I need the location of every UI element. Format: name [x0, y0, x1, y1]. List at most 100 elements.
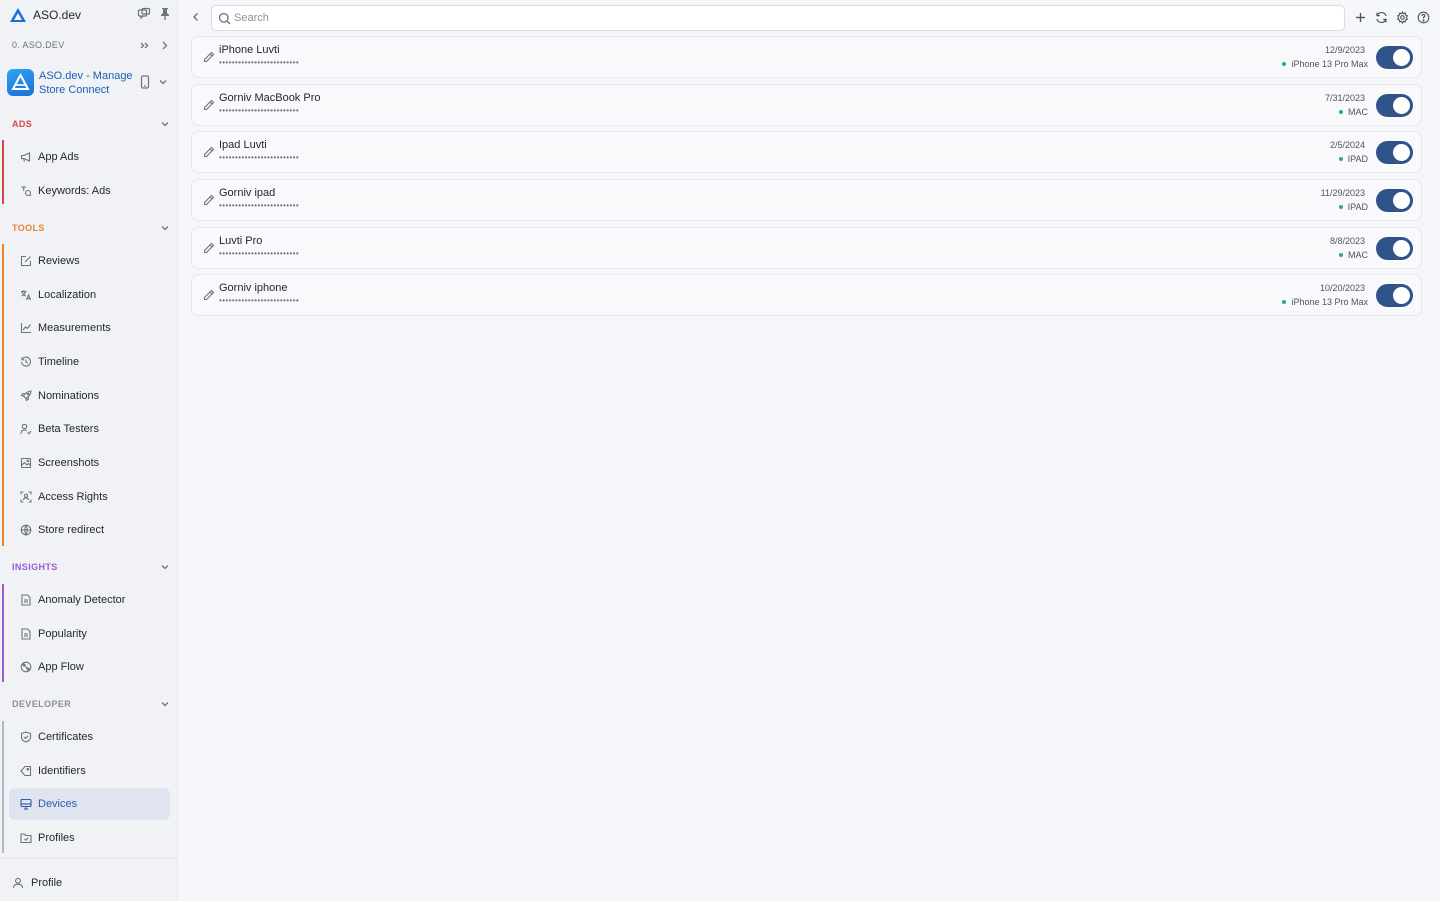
- rocket-icon: [20, 390, 32, 402]
- chevron-left-icon[interactable]: [190, 11, 202, 23]
- search-bar[interactable]: [211, 5, 1345, 31]
- device-name: Luvti Pro: [219, 235, 263, 247]
- device-enabled-toggle[interactable]: [1376, 94, 1413, 117]
- device-enabled-toggle[interactable]: [1376, 237, 1413, 260]
- section-tools[interactable]: TOOLS: [0, 219, 178, 237]
- status-dot-icon: [1282, 61, 1287, 66]
- refresh-icon[interactable]: [1375, 11, 1388, 24]
- double-chevron-right-icon[interactable]: [138, 39, 151, 52]
- nav-item-reviews[interactable]: Reviews: [9, 245, 170, 277]
- toggle-knob: [1393, 49, 1410, 66]
- nav-item-app-ads[interactable]: App Ads: [9, 141, 170, 173]
- device-row[interactable]: Gorniv ipad ••••••••••••••••••••••••• 11…: [191, 179, 1422, 221]
- nav-item-identifiers[interactable]: Identifiers: [9, 755, 170, 787]
- platform-label: IPAD: [1347, 154, 1368, 164]
- pencil-icon[interactable]: [203, 99, 215, 111]
- nav-label: Keywords: Ads: [38, 185, 111, 197]
- pencil-icon[interactable]: [203, 194, 215, 206]
- pencil-icon[interactable]: [203, 146, 215, 158]
- device-udid: •••••••••••••••••••••••••: [219, 249, 300, 258]
- device-platform: MAC: [1339, 107, 1368, 117]
- nav-label: Store redirect: [38, 524, 105, 536]
- device-enabled-toggle[interactable]: [1376, 284, 1413, 307]
- nav-label: App Ads: [38, 151, 79, 163]
- nav-item-localization[interactable]: Localization: [9, 279, 170, 311]
- device-platform: iPhone 13 Pro Max: [1282, 59, 1368, 69]
- org-row[interactable]: 0. ASO.DEV: [0, 36, 178, 56]
- nav-item-profiles[interactable]: Profiles: [9, 822, 170, 854]
- user-check-icon: [20, 423, 32, 435]
- device-name: Gorniv iphone: [219, 282, 288, 294]
- device-row[interactable]: Gorniv MacBook Pro •••••••••••••••••••••…: [191, 84, 1422, 126]
- section-ads[interactable]: ADS: [0, 115, 178, 133]
- device-platform: iPhone 13 Pro Max: [1282, 297, 1368, 307]
- nav-item-beta-testers[interactable]: Beta Testers: [9, 413, 170, 445]
- device-date: 10/20/2023: [1319, 283, 1365, 293]
- pencil-icon[interactable]: [203, 51, 215, 63]
- chat-icon[interactable]: [137, 7, 151, 21]
- nav-item-devices[interactable]: Devices: [9, 788, 170, 820]
- nav-item-app-flow[interactable]: App Flow: [9, 651, 170, 683]
- monitor-icon: [20, 798, 32, 810]
- device-name: Ipad Luvti: [219, 139, 267, 151]
- developer-section-bar: [2, 721, 4, 853]
- platform-label: IPAD: [1347, 202, 1368, 212]
- current-app-selector[interactable]: ASO.dev - Manage Store Connect: [0, 64, 178, 102]
- nav-item-certificates[interactable]: Certificates: [9, 721, 170, 753]
- brand-row: ASO.dev: [0, 0, 178, 30]
- nav-item-nominations[interactable]: Nominations: [9, 380, 170, 412]
- help-icon[interactable]: [1417, 11, 1430, 24]
- phone-icon[interactable]: [139, 75, 151, 89]
- device-name: iPhone Luvti: [219, 44, 280, 56]
- user-icon: [12, 877, 24, 889]
- nav-item-store-redirect[interactable]: Store redirect: [9, 514, 170, 546]
- ads-section-bar: [2, 140, 4, 204]
- device-enabled-toggle[interactable]: [1376, 189, 1413, 212]
- nav-item-anomaly-detector[interactable]: Anomaly Detector: [9, 584, 170, 616]
- device-row[interactable]: Gorniv iphone ••••••••••••••••••••••••• …: [191, 274, 1422, 316]
- device-enabled-toggle[interactable]: [1376, 141, 1413, 164]
- pencil-icon[interactable]: [203, 242, 215, 254]
- device-udid: •••••••••••••••••••••••••: [219, 106, 300, 115]
- device-row[interactable]: Ipad Luvti ••••••••••••••••••••••••• 2/5…: [191, 131, 1422, 173]
- reviews-icon: [20, 255, 32, 267]
- profile-link[interactable]: Profile: [31, 877, 62, 889]
- chevron-down-icon[interactable]: [160, 119, 170, 129]
- nav-item-popularity[interactable]: Popularity: [9, 618, 170, 650]
- pencil-icon[interactable]: [203, 289, 215, 301]
- localization-icon: [21, 290, 32, 301]
- device-date: 2/5/2024: [1329, 140, 1365, 150]
- toggle-knob: [1393, 97, 1410, 114]
- gear-icon[interactable]: [1396, 11, 1409, 24]
- device-platform: IPAD: [1338, 154, 1368, 164]
- nav-item-keywords-ads[interactable]: Keywords: Ads: [9, 175, 170, 207]
- section-insights[interactable]: INSIGHTS: [0, 558, 178, 576]
- section-title: INSIGHTS: [12, 562, 58, 572]
- nav-label: Measurements: [38, 322, 111, 334]
- nav-label: Identifiers: [38, 765, 86, 777]
- pin-icon[interactable]: [158, 7, 172, 21]
- chevron-right-icon[interactable]: [158, 39, 171, 52]
- toggle-knob: [1393, 287, 1410, 304]
- nav-item-screenshots[interactable]: Screenshots: [9, 447, 170, 479]
- chevron-down-icon[interactable]: [160, 223, 170, 233]
- section-developer[interactable]: DEVELOPER: [0, 695, 178, 713]
- nav-item-measurements[interactable]: Measurements: [9, 312, 170, 344]
- sidebar: ASO.dev 0. ASO.DEV ASO.dev - Manage Stor…: [0, 0, 178, 901]
- device-row[interactable]: iPhone Luvti ••••••••••••••••••••••••• 1…: [191, 36, 1422, 78]
- chevron-down-icon[interactable]: [160, 699, 170, 709]
- device-enabled-toggle[interactable]: [1376, 46, 1413, 69]
- tools-section-bar: [2, 244, 4, 546]
- chevron-down-icon[interactable]: [160, 562, 170, 572]
- platform-label: iPhone 13 Pro Max: [1291, 59, 1368, 69]
- add-icon[interactable]: [1354, 11, 1367, 24]
- device-row[interactable]: Luvti Pro ••••••••••••••••••••••••• 8/8/…: [191, 227, 1422, 269]
- chevron-down-icon[interactable]: [158, 77, 168, 87]
- search-input[interactable]: [234, 9, 1334, 27]
- platform-label: iPhone 13 Pro Max: [1291, 297, 1368, 307]
- history-icon: [20, 356, 32, 367]
- nav-item-access-rights[interactable]: Access Rights: [9, 481, 170, 513]
- nav-label: Timeline: [38, 356, 80, 368]
- nav-label: Certificates: [38, 731, 94, 743]
- nav-item-timeline[interactable]: Timeline: [9, 346, 170, 378]
